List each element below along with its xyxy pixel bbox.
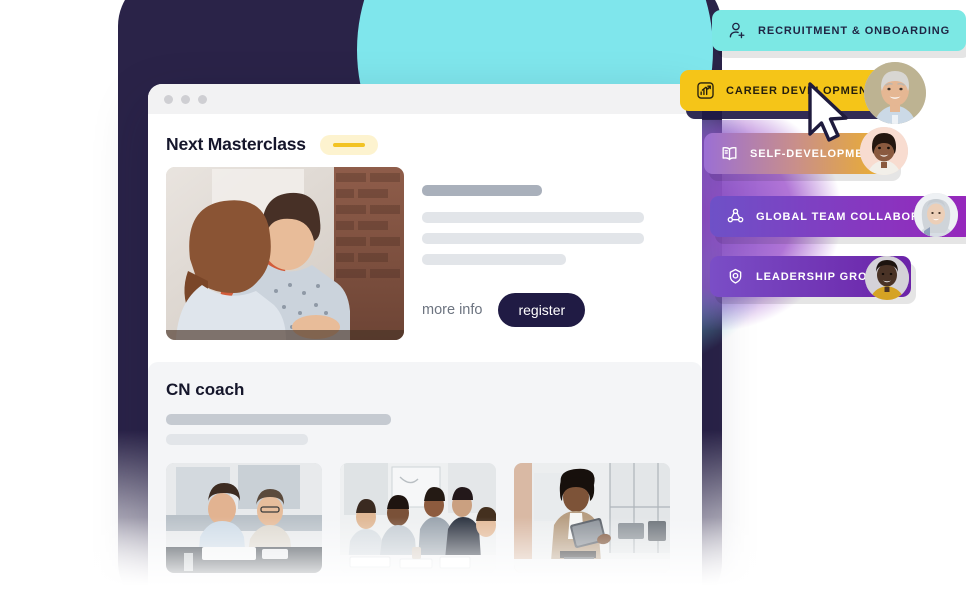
coach-card-photo [166, 463, 322, 573]
coach-card-skeleton [340, 589, 496, 613]
skeleton-line [166, 414, 391, 425]
skeleton-line [514, 589, 586, 600]
coach-card-list [166, 463, 684, 613]
award-badge-icon [729, 268, 742, 284]
team-brainstorm-around-table-photo [340, 463, 496, 573]
badge-recruitment-onboarding[interactable]: RECRUITMENT & ONBOARDING [712, 10, 966, 51]
window-dot-maximize[interactable] [198, 94, 207, 104]
list-item[interactable] [166, 463, 322, 613]
bar-chart-growth-icon [697, 82, 714, 99]
skeleton-line [340, 589, 412, 600]
man-with-tablet-in-office-photo [514, 463, 670, 573]
illustration-stage: Next Masterclass more info register CN c… [0, 0, 966, 613]
open-book-icon [722, 146, 737, 161]
avatar [864, 62, 926, 124]
two-colleagues-meeting-photo [166, 463, 322, 573]
coach-card-skeleton [514, 589, 670, 613]
smiling-man-gold-shirt [865, 256, 909, 300]
browser-titlebar [148, 84, 702, 114]
register-button[interactable]: register [498, 293, 586, 327]
masterclass-text-skeleton: more info register [404, 167, 684, 340]
window-dot-close[interactable] [164, 94, 173, 104]
skeleton-line [514, 609, 670, 613]
network-nodes-icon [727, 208, 744, 223]
window-dot-minimize[interactable] [181, 94, 190, 104]
skeleton-line [422, 254, 566, 265]
smiling-older-man-gray-hair [864, 62, 926, 124]
badge-label: RECRUITMENT & ONBOARDING [758, 24, 951, 37]
browser-content: Next Masterclass more info register CN c… [148, 114, 702, 613]
skeleton-line [422, 233, 644, 244]
smiling-woman-dark-hair [860, 127, 908, 175]
avatar [865, 256, 909, 300]
coach-card-skeleton [166, 589, 322, 613]
cn-coach-title: CN coach [166, 380, 245, 399]
badge-label: CAREER DEVELOPMENT [726, 84, 876, 97]
two-women-in-conversation-photo [166, 167, 404, 340]
coach-card-photo [514, 463, 670, 573]
feature-badge-list: RECRUITMENT & ONBOARDING CAREER DEVELOPM… [680, 0, 966, 330]
yellow-pill-placeholder [319, 134, 378, 155]
masterclass-actions: more info register [422, 293, 678, 327]
skeleton-line [166, 589, 238, 600]
user-plus-icon [729, 22, 745, 39]
skeleton-line [166, 434, 308, 445]
badge-career-development[interactable]: CAREER DEVELOPMENT [680, 70, 892, 111]
masterclass-photo [166, 167, 404, 340]
list-item[interactable] [340, 463, 496, 613]
skeleton-line [422, 185, 542, 196]
masterclass-row: more info register [166, 167, 684, 340]
list-item[interactable] [514, 463, 670, 613]
skeleton-line [166, 609, 322, 613]
avatar [860, 127, 908, 175]
more-info-link[interactable]: more info [422, 302, 482, 318]
smiling-woman-light-hijab [914, 193, 958, 237]
skeleton-line [422, 212, 644, 223]
skeleton-line [340, 609, 496, 613]
masterclass-header: Next Masterclass [166, 114, 684, 167]
browser-window: Next Masterclass more info register CN c… [148, 84, 702, 613]
cn-coach-panel: CN coach [148, 362, 702, 613]
avatar [914, 193, 958, 237]
page-title: Next Masterclass [166, 134, 306, 154]
coach-card-photo [340, 463, 496, 573]
